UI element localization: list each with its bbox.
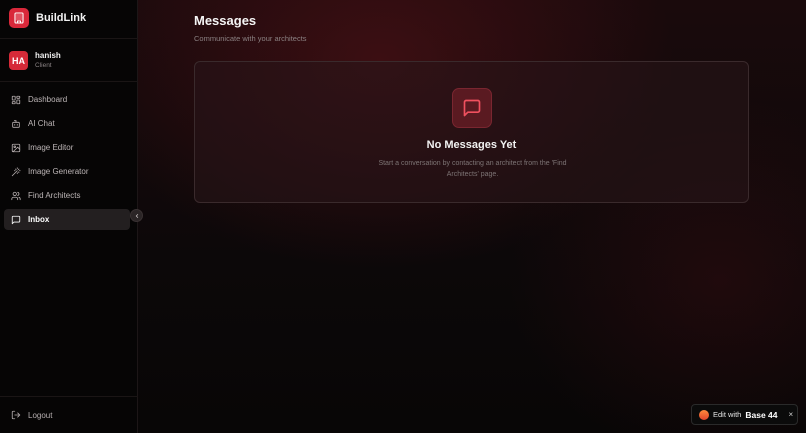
sidebar-item-label: Inbox: [28, 215, 50, 224]
user-profile[interactable]: HA hanish Client: [9, 51, 61, 70]
close-icon[interactable]: ×: [789, 410, 794, 419]
message-square-icon: [452, 88, 492, 128]
sidebar-item-inbox[interactable]: Inbox: [4, 209, 130, 230]
logout-label: Logout: [28, 410, 53, 420]
divider: [0, 81, 138, 82]
sidebar-item-image-generator[interactable]: Image Generator: [4, 161, 130, 182]
sidebar-item-label: Image Editor: [28, 143, 74, 152]
sidebar-item-ai-chat[interactable]: AI Chat: [4, 113, 130, 134]
sidebar-item-label: Find Architects: [28, 191, 81, 200]
dashboard-icon: [11, 95, 21, 104]
main-content: Messages Communicate with your architect…: [138, 0, 806, 433]
logout-button[interactable]: Logout: [11, 410, 52, 420]
page-title: Messages: [194, 13, 257, 28]
page-subtitle: Communicate with your architects: [194, 34, 307, 43]
sidebar-item-label: AI Chat: [28, 119, 55, 128]
avatar: HA: [9, 51, 28, 70]
brand[interactable]: BuildLink: [9, 8, 86, 28]
bot-icon: [12, 119, 20, 128]
sidebar-item-label: Image Generator: [28, 167, 89, 176]
badge-brand: Base 44: [745, 409, 778, 420]
badge-prefix: Edit with: [713, 410, 742, 419]
sidebar-nav: Dashboard AI Chat Image Editor Image Gen…: [4, 89, 130, 233]
sidebar-item-find-architects[interactable]: Find Architects: [4, 185, 130, 206]
brand-name: BuildLink: [36, 12, 87, 24]
users-icon: [11, 191, 21, 200]
sidebar-item-label: Dashboard: [28, 95, 68, 104]
wand-icon: [11, 166, 21, 176]
divider: [0, 396, 138, 397]
image-icon: [11, 143, 21, 152]
base44-logo-icon: [699, 409, 709, 420]
logout-icon: [11, 410, 21, 420]
user-name: hanish: [35, 51, 61, 60]
user-role: Client: [35, 62, 52, 69]
edit-with-base44-badge[interactable]: Edit with Base 44 ×: [691, 404, 798, 425]
sidebar-item-image-editor[interactable]: Image Editor: [4, 137, 130, 158]
empty-state-description: Start a conversation by contacting an ar…: [378, 160, 567, 178]
sidebar-item-dashboard[interactable]: Dashboard: [4, 89, 130, 110]
empty-state-title: No Messages Yet: [426, 139, 517, 151]
building-logo-icon: [9, 8, 29, 28]
sidebar: BuildLink HA hanish Client Dashboard AI …: [0, 0, 138, 433]
empty-state-card: No Messages Yet Start a conversation by …: [194, 61, 749, 203]
divider: [0, 38, 138, 39]
message-icon: [11, 215, 21, 224]
